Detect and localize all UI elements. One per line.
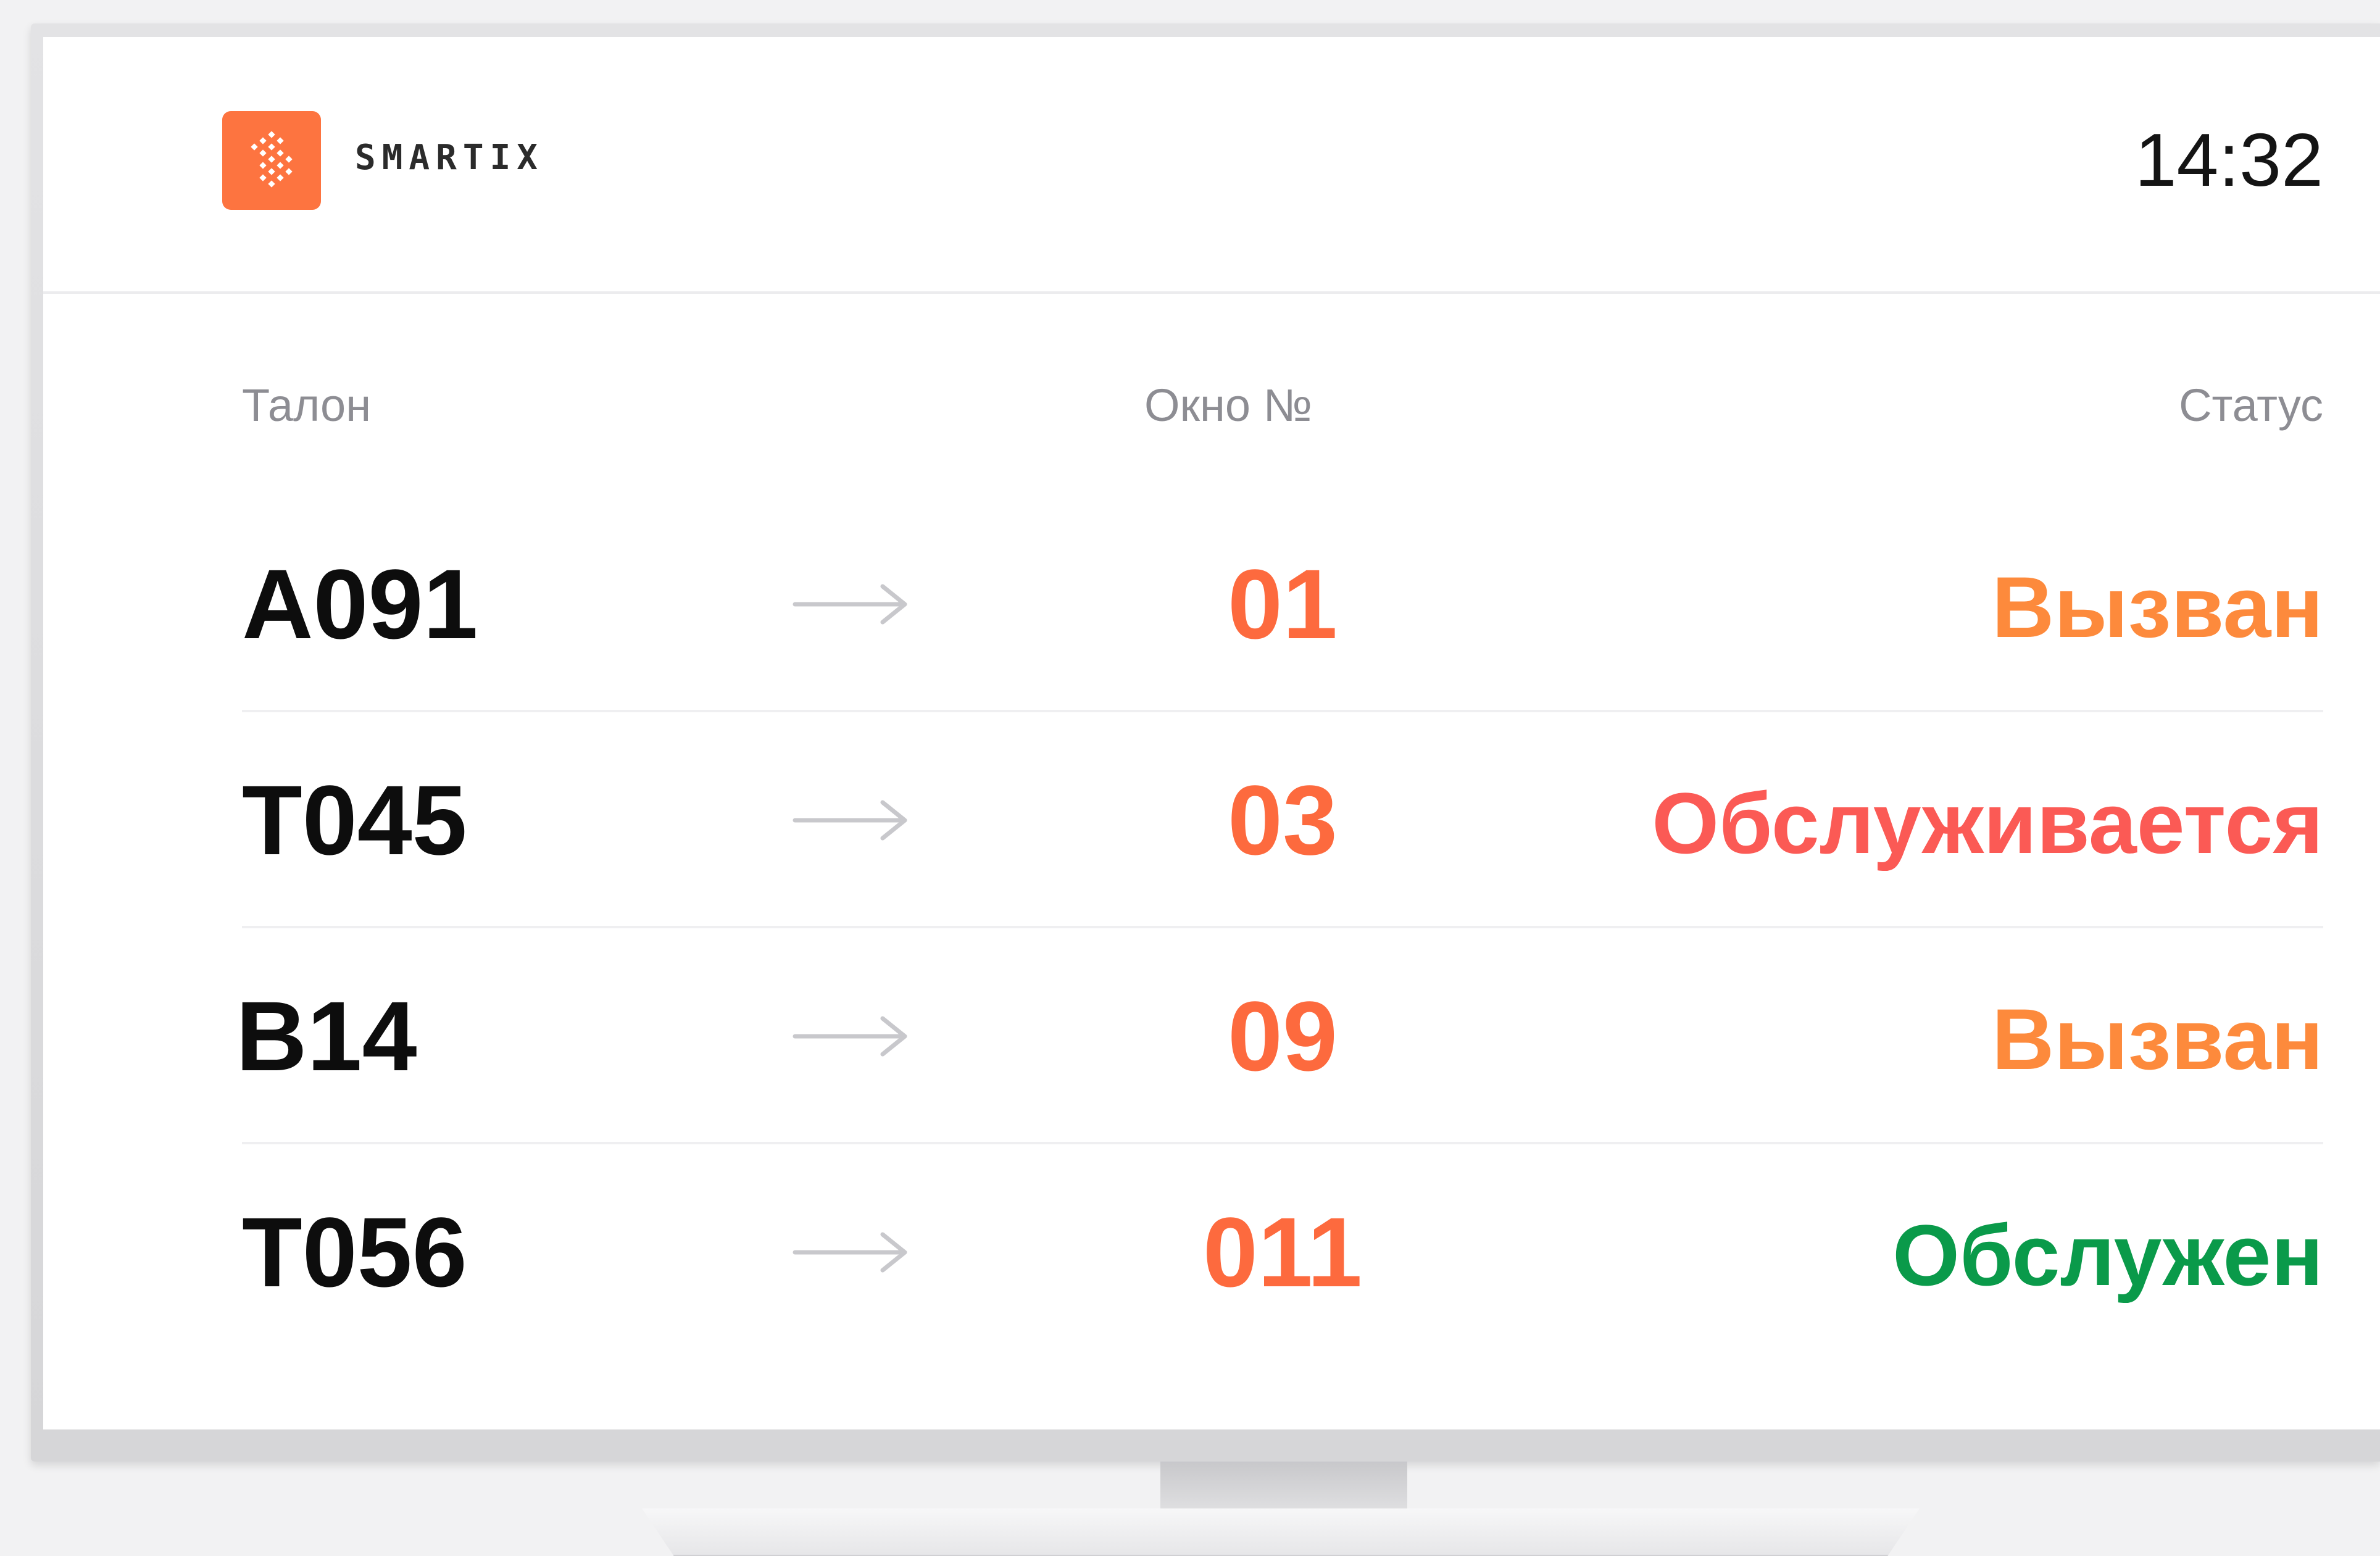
queue-row: B14 09 Вызван xyxy=(236,928,2323,1144)
status-text: Вызван xyxy=(1992,559,2323,655)
status-text: Обслуживается xyxy=(1652,775,2323,872)
tv-stand-neck xyxy=(1160,1462,1407,1508)
brand-name: SMARTIX xyxy=(355,138,544,178)
status-text: Вызван xyxy=(1992,991,2323,1088)
header: SMARTIX 14:32 xyxy=(43,37,2380,294)
column-header-status: Статус xyxy=(2179,380,2323,431)
clock: 14:32 xyxy=(2134,118,2323,202)
column-header-window: Окно № xyxy=(1144,380,1312,431)
status-text: Обслужен xyxy=(1892,1207,2323,1304)
queue-display-screen: SMARTIX 14:32 Талон Окно № Статус A091 0… xyxy=(43,37,2380,1429)
queue-row: A091 01 Вызван xyxy=(242,496,2323,712)
tv-stand-base xyxy=(642,1508,1920,1556)
queue-row: T045 03 Обслуживается xyxy=(242,712,2323,928)
queue-row: T056 011 Обслужен xyxy=(242,1144,2323,1360)
smartix-logo-icon xyxy=(222,111,321,210)
